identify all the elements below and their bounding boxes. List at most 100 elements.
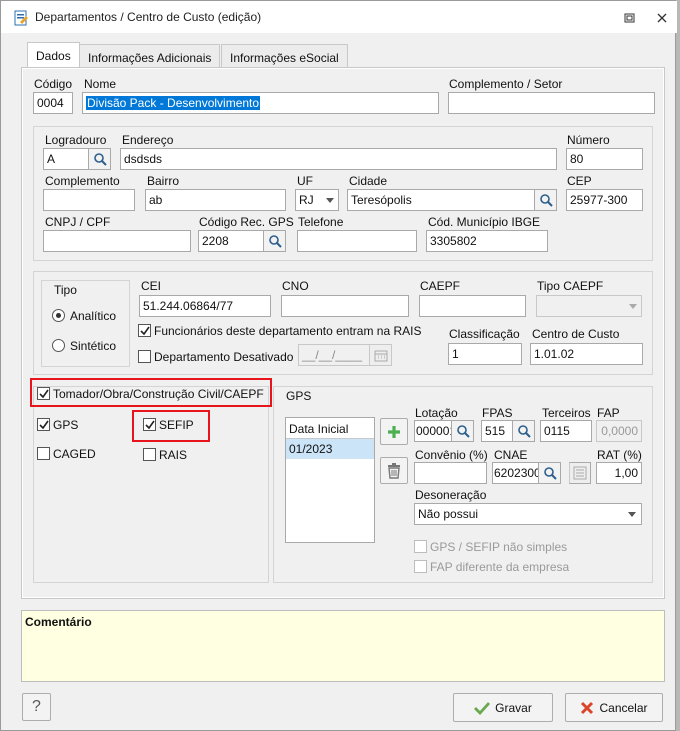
- checkmark-icon: [474, 701, 491, 715]
- delete-row-button[interactable]: [380, 457, 408, 484]
- classificacao-input[interactable]: 1: [448, 343, 522, 365]
- trash-icon: [388, 462, 400, 479]
- classificacao-label: Classificação: [449, 327, 520, 341]
- search-icon: [517, 425, 531, 438]
- caged-label: CAGED: [53, 447, 96, 461]
- cod-ibge-label: Cód. Município IBGE: [428, 215, 541, 229]
- desoneracao-value: Não possui: [418, 507, 479, 521]
- cancelar-button[interactable]: Cancelar: [565, 693, 663, 722]
- desativado-date-input[interactable]: __/__/____: [298, 344, 370, 366]
- tipo-caepf-select[interactable]: [536, 295, 642, 317]
- tab-dados[interactable]: Dados: [27, 42, 80, 68]
- window-title: Departamentos / Centro de Custo (edição): [35, 10, 262, 24]
- gps-sefip-label: GPS / SEFIP não simples: [430, 540, 568, 554]
- telefone-label: Telefone: [298, 215, 344, 229]
- cnae-search-button[interactable]: [539, 462, 561, 484]
- cod-rec-gps-label: Código Rec. GPS: [199, 215, 294, 229]
- logradouro-input[interactable]: A: [43, 148, 89, 170]
- gps-checkbox[interactable]: [37, 418, 50, 431]
- bairro-input[interactable]: ab: [145, 189, 286, 211]
- nome-label: Nome: [84, 77, 117, 91]
- cod-ibge-input[interactable]: 3305802: [426, 230, 548, 252]
- tipo-label: Tipo: [54, 283, 77, 297]
- data-inicial-grid[interactable]: Data Inicial 01/2023: [285, 417, 375, 543]
- complemento-input[interactable]: [43, 189, 135, 211]
- desoneracao-select[interactable]: Não possui: [414, 503, 642, 525]
- fpas-input[interactable]: 515: [481, 420, 513, 442]
- gps-sefip-checkbox[interactable]: [414, 540, 427, 553]
- gravar-button[interactable]: Gravar: [453, 693, 553, 722]
- cnae-input[interactable]: 6202300: [492, 462, 539, 484]
- caepf-input[interactable]: [419, 295, 526, 317]
- cep-input[interactable]: 25977-300: [566, 189, 643, 211]
- logradouro-search-button[interactable]: [89, 148, 111, 170]
- cod-rec-gps-search-button[interactable]: [264, 230, 286, 252]
- tomador-checkbox[interactable]: [37, 387, 50, 400]
- endereco-input[interactable]: dsdsds: [120, 148, 557, 170]
- fap-diff-checkbox[interactable]: [414, 560, 427, 573]
- list-icon: [573, 466, 587, 480]
- terceiros-input[interactable]: 0115: [540, 420, 592, 442]
- fap-label: FAP: [597, 406, 620, 420]
- nome-input[interactable]: Divisão Pack - Desenvolvimento: [82, 92, 439, 114]
- caged-checkbox[interactable]: [37, 447, 50, 460]
- help-button[interactable]: ?: [22, 693, 51, 721]
- rais-flag-checkbox[interactable]: [143, 448, 156, 461]
- telefone-input[interactable]: [297, 230, 417, 252]
- check-icon: [39, 389, 49, 399]
- cnae-list-button[interactable]: [569, 462, 591, 484]
- centro-custo-label: Centro de Custo: [532, 327, 620, 341]
- cod-rec-gps-input[interactable]: 2208: [198, 230, 264, 252]
- centro-custo-input[interactable]: 1.01.02: [530, 343, 643, 365]
- cidade-input[interactable]: Teresópolis: [347, 189, 535, 211]
- fap-input[interactable]: 0,0000: [596, 420, 642, 442]
- desativado-checkbox[interactable]: [138, 350, 151, 363]
- analitico-radio[interactable]: [52, 309, 65, 322]
- cancel-x-icon: [581, 701, 594, 714]
- tab-informacoes-esocial[interactable]: Informações eSocial: [221, 44, 348, 68]
- title-bar: Departamentos / Centro de Custo (edição): [1, 1, 677, 33]
- uf-label: UF: [297, 174, 313, 188]
- cidade-label: Cidade: [349, 174, 388, 188]
- cnae-label: CNAE: [494, 448, 528, 462]
- app-icon: [14, 10, 28, 26]
- search-icon: [93, 153, 107, 166]
- lotacao-search-button[interactable]: [452, 420, 474, 442]
- rat-input[interactable]: 1,00: [596, 462, 642, 484]
- complemento-setor-input[interactable]: [448, 92, 655, 114]
- fpas-label: FPAS: [482, 406, 513, 420]
- add-row-button[interactable]: [380, 418, 408, 445]
- chevron-down-icon: [326, 198, 334, 203]
- grid-row[interactable]: 01/2023: [286, 439, 374, 459]
- logradouro-label: Logradouro: [45, 133, 107, 147]
- restore-icon[interactable]: [624, 12, 636, 24]
- lotacao-input[interactable]: 000001: [414, 420, 452, 442]
- sefip-checkbox[interactable]: [143, 418, 156, 431]
- cidade-search-button[interactable]: [535, 189, 557, 211]
- analitico-label: Analítico: [70, 309, 117, 323]
- chevron-down-icon: [629, 304, 637, 309]
- sintetico-label: Sintético: [70, 339, 117, 353]
- uf-select[interactable]: RJ: [295, 189, 339, 211]
- nome-value: Divisão Pack - Desenvolvimento: [86, 96, 261, 110]
- cnpj-label: CNPJ / CPF: [45, 215, 111, 229]
- fpas-search-button[interactable]: [513, 420, 535, 442]
- dialog-window: Departamentos / Centro de Custo (edição)…: [0, 0, 677, 731]
- comentario-area[interactable]: Comentário: [21, 610, 665, 682]
- numero-input[interactable]: 80: [566, 148, 643, 170]
- convenio-input[interactable]: [414, 462, 487, 484]
- sintetico-radio[interactable]: [52, 339, 65, 352]
- cnpj-input[interactable]: [43, 230, 191, 252]
- gps-label: GPS: [53, 418, 79, 432]
- gps-title: GPS: [286, 389, 312, 403]
- tab-informacoes-adicionais[interactable]: Informações Adicionais: [79, 44, 221, 68]
- codigo-input[interactable]: 0004: [33, 92, 73, 114]
- cei-input[interactable]: 51.244.06864/77: [139, 295, 271, 317]
- complemento-label: Complemento: [45, 174, 120, 188]
- rais-checkbox[interactable]: [138, 324, 151, 337]
- numero-label: Número: [567, 133, 610, 147]
- radio-dot: [56, 313, 61, 318]
- close-icon[interactable]: [656, 12, 668, 24]
- calendar-button[interactable]: [370, 344, 392, 366]
- cno-input[interactable]: [281, 295, 409, 317]
